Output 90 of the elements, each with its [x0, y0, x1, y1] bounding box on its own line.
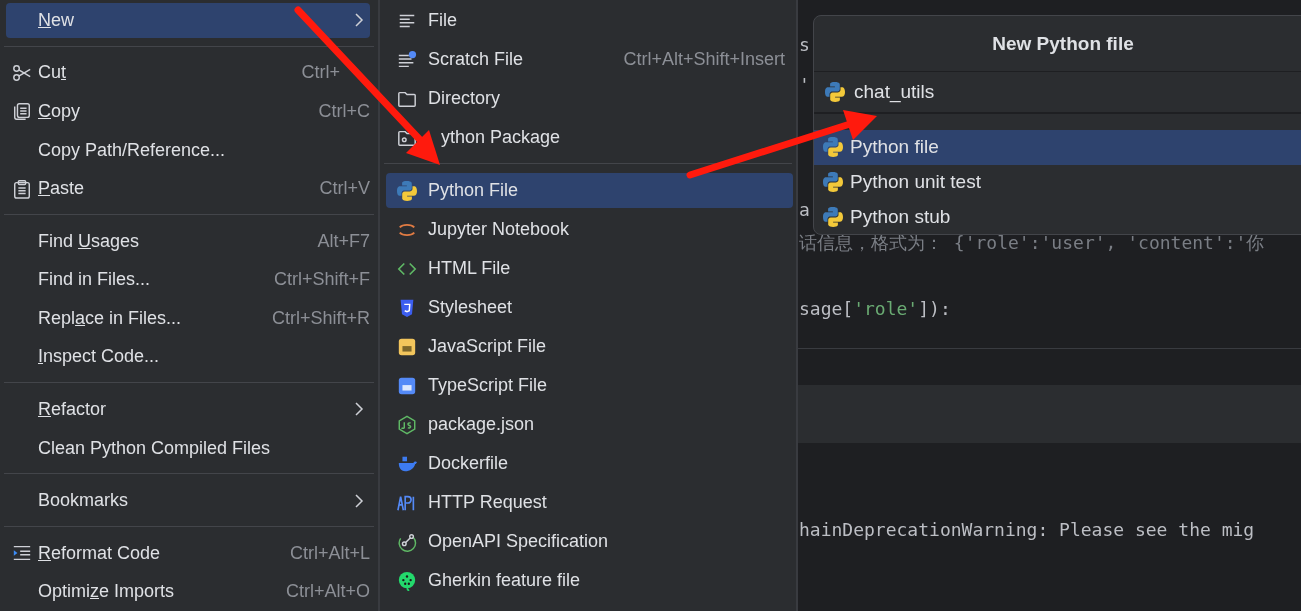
menu-item[interactable]: Inspect Code...: [6, 339, 370, 375]
menu-item-label: Bookmarks: [38, 490, 130, 512]
js-badge-icon: [397, 336, 417, 357]
menu-item-label: package.json: [428, 414, 536, 435]
menu-item-label: HTML File: [428, 258, 512, 279]
menu-item-label: Reformat Code: [38, 542, 162, 564]
menu-item[interactable]: Scratch File Ctrl+Alt+Shift+Insert: [386, 42, 793, 77]
menu-item[interactable]: package.json: [386, 407, 793, 442]
shortcut-label: Ctrl+Alt+Shift+Insert: [623, 49, 785, 70]
shortcut-label: Ctrl+V: [319, 178, 370, 200]
shortcut-label: Alt+F7: [317, 230, 370, 252]
menu-item-label: Clean Python Compiled Files: [38, 437, 272, 459]
menu-item[interactable]: Find Usages Alt+F7: [6, 223, 370, 259]
shortcut-label: Ctrl+: [301, 62, 340, 84]
menu-item[interactable]: HTML File: [386, 251, 793, 286]
ts-badge-icon: [397, 375, 417, 396]
shortcut-label: Ctrl+Shift+F: [273, 269, 370, 291]
menu-item-label: Copy: [38, 100, 82, 122]
menu-item[interactable]: File: [386, 3, 793, 38]
menu-item[interactable]: Gherkin feature file: [386, 563, 793, 598]
menu-item-label: Stylesheet: [428, 297, 514, 318]
menu-item[interactable]: TypeScript File: [386, 368, 793, 403]
node-hexagon-icon: [397, 414, 417, 435]
file-type-option[interactable]: Python stub: [814, 199, 1301, 234]
menu-item[interactable]: Clean Python Compiled Files: [6, 430, 370, 466]
python-icon: [822, 136, 844, 159]
menu-item-label: Gherkin feature file: [428, 570, 582, 591]
gauge-link-icon: [397, 531, 417, 552]
menu-item[interactable]: Stylesheet: [386, 290, 793, 325]
file-type-option[interactable]: Python file: [814, 129, 1301, 165]
shortcut-label: Ctrl+Shift+R: [271, 307, 370, 329]
python-icon: [822, 170, 844, 193]
menu-item-label: Find Usages: [38, 230, 141, 252]
menu-item[interactable]: Replace in Files... Ctrl+Shift+R: [6, 301, 370, 336]
menu-item[interactable]: Copy Ctrl+C: [6, 94, 370, 129]
code-line: ': [799, 73, 810, 97]
menu-item[interactable]: HTTP Request: [386, 485, 793, 520]
menu-item-label: Python File: [428, 180, 520, 201]
code-line: a: [799, 198, 810, 222]
menu-item-label: File: [428, 10, 458, 31]
menu-item-label: Cut: [38, 62, 68, 84]
file-type-option[interactable]: Python unit test: [814, 164, 1301, 200]
menu-item[interactable]: JavaScript File: [386, 329, 793, 364]
menu-item[interactable]: Jupyter Notebook: [386, 212, 793, 247]
menu-item-label: ython Package: [440, 127, 562, 148]
menu-item[interactable]: Reformat Code Ctrl+Alt+L: [6, 535, 370, 571]
code-line: hainDeprecationWarning: Please see the mig: [799, 518, 1255, 542]
shortcut-label: Ctrl+C: [318, 100, 370, 122]
python-icon: [822, 205, 844, 228]
copy-icon: [12, 101, 32, 122]
menu-item[interactable]: Cut Ctrl+: [6, 55, 370, 91]
menu-item[interactable]: Find in Files... Ctrl+Shift+F: [6, 262, 370, 297]
menu-item[interactable]: Optimize Imports Ctrl+Alt+O: [6, 574, 370, 609]
menu-item-label: New: [38, 9, 75, 31]
menu-item[interactable]: New: [6, 3, 370, 38]
menu-item-label: TypeScript File: [428, 375, 549, 396]
menu-item[interactable]: Python File: [386, 173, 793, 208]
menu-item-label: Scratch File: [428, 49, 525, 70]
menu-item-label: Inspect Code...: [38, 346, 161, 368]
menu-item[interactable]: Refactor: [6, 392, 370, 427]
code-line: 话信息，格式为： {'role':'user', 'content':'你: [799, 231, 1265, 255]
menu-item[interactable]: Dockerfile: [386, 446, 793, 481]
shortcut-label: Ctrl+Alt+L: [289, 542, 370, 564]
menu-item-label: Jupyter Notebook: [428, 219, 571, 240]
scissors-icon: [12, 62, 32, 83]
menu-item-label: Directory: [428, 88, 501, 109]
menu-item-label: Find in Files...: [38, 269, 152, 291]
menu-item-label: Refactor: [38, 398, 108, 420]
menu-item-label: OpenAPI Specification: [428, 531, 610, 552]
menu-item[interactable]: Bookmarks: [6, 483, 370, 518]
menu-item-label: HTTP Request: [428, 492, 548, 513]
menu-item[interactable]: Paste Ctrl+V: [6, 171, 370, 206]
menu-item[interactable]: Copy Path/Reference...: [6, 132, 370, 168]
python-icon: [824, 81, 846, 104]
shortcut-label: Ctrl+Alt+O: [285, 581, 370, 603]
menu-item-label: Copy Path/Reference...: [38, 139, 227, 161]
code-line: s: [799, 33, 810, 57]
clipboard-icon: [12, 178, 32, 199]
python-icon: [396, 179, 418, 202]
menu-item-label: JavaScript File: [428, 336, 548, 357]
code-line: sage['role']):: [799, 297, 951, 321]
menu-item[interactable]: OpenAPI Specification: [386, 524, 793, 559]
scratch-file-icon: [397, 49, 417, 70]
menu-item-label: Optimize Imports: [38, 581, 176, 603]
menu-item-label: Replace in Files...: [38, 307, 183, 329]
cucumber-icon: [397, 570, 417, 591]
menu-item[interactable]: ython Package: [386, 120, 793, 155]
menu-item[interactable]: Directory: [386, 81, 793, 116]
menu-item-label: Dockerfile: [428, 453, 510, 474]
menu-item-label: Paste: [38, 178, 86, 200]
